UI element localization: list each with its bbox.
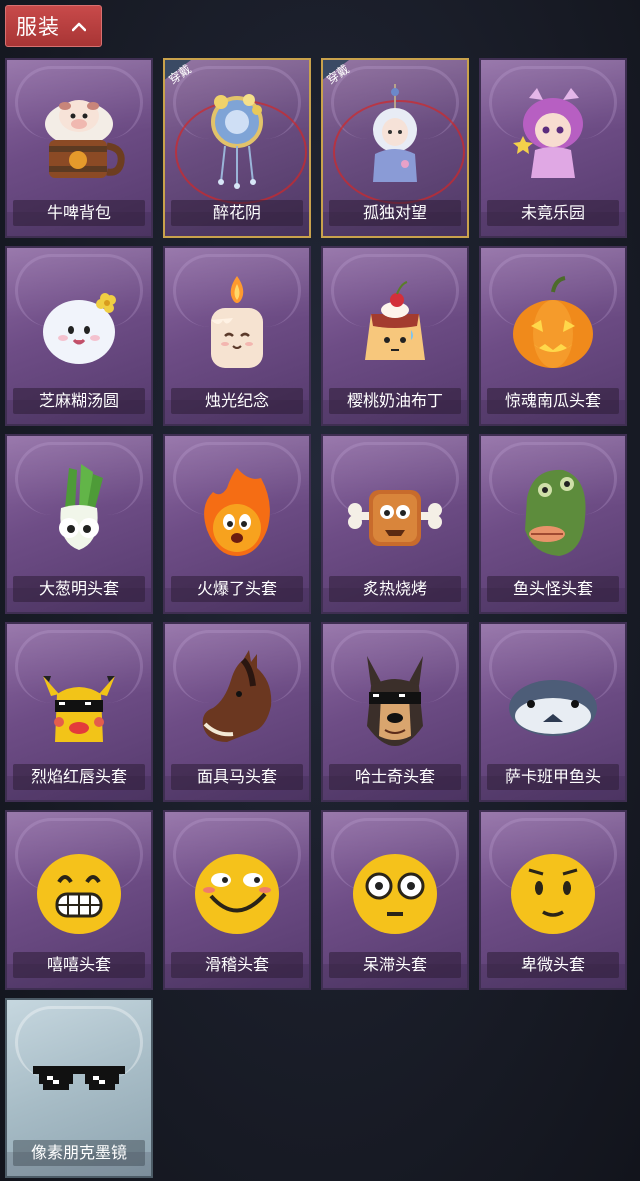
outfit-card-label: 惊魂南瓜头套 xyxy=(487,388,619,414)
pixel-sunglasses-icon xyxy=(29,1022,129,1132)
outfit-card-label: 大葱明头套 xyxy=(13,576,145,602)
outfit-card[interactable]: 穿戴 醉花阴 xyxy=(163,58,311,238)
doll-pendant-icon xyxy=(345,82,445,192)
outfit-card[interactable]: 烛光纪念 xyxy=(163,246,311,426)
scallion-head-icon xyxy=(29,458,129,568)
pumpkin-head-icon xyxy=(503,270,603,380)
outfit-card-label: 火爆了头套 xyxy=(171,576,303,602)
outfit-card[interactable]: 像素朋克墨镜 xyxy=(5,998,153,1178)
outfit-card-label: 炙热烧烤 xyxy=(329,576,461,602)
sacabambaspis-head-icon xyxy=(503,646,603,756)
outfit-card[interactable]: 炙热烧烤 xyxy=(321,434,469,614)
outfit-card[interactable]: 呆滞头套 xyxy=(321,810,469,990)
outfit-card-label: 卑微头套 xyxy=(487,952,619,978)
outfit-card-label: 哈士奇头套 xyxy=(329,764,461,790)
outfit-card[interactable]: 卑微头套 xyxy=(479,810,627,990)
bbq-meat-icon xyxy=(345,458,445,568)
outfit-card[interactable]: 烈焰红唇头套 xyxy=(5,622,153,802)
candle-icon xyxy=(187,270,287,380)
outfit-card[interactable]: 萨卡班甲鱼头 xyxy=(479,622,627,802)
outfit-panel: 服装 牛啤背包 穿戴 醉花阴 穿戴 孤独对望 未竟乐园 芝麻糊汤圆 烛光纪念 樱… xyxy=(0,0,640,1181)
fireball-head-icon xyxy=(187,458,287,568)
outfit-card-label: 烛光纪念 xyxy=(171,388,303,414)
outfit-card-label: 萨卡班甲鱼头 xyxy=(487,764,619,790)
pikachu-mask-sunglasses-icon xyxy=(29,646,129,756)
outfit-card-label: 鱼头怪头套 xyxy=(487,576,619,602)
outfit-category-toggle[interactable]: 服装 xyxy=(5,5,102,47)
beer-mug-backpack-icon xyxy=(29,82,129,192)
outfit-card-label: 樱桃奶油布丁 xyxy=(329,388,461,414)
outfit-card[interactable]: 滑稽头套 xyxy=(163,810,311,990)
grinning-emoji-head-icon xyxy=(29,834,129,944)
fish-head-mask-icon xyxy=(503,458,603,568)
pudding-icon xyxy=(345,270,445,380)
outfit-category-label: 服装 xyxy=(16,15,60,39)
flower-dreamcatcher-icon xyxy=(187,82,287,192)
outfit-card[interactable]: 穿戴 孤独对望 xyxy=(321,58,469,238)
outfit-card-label: 滑稽头套 xyxy=(171,952,303,978)
outfit-card-label: 芝麻糊汤圆 xyxy=(13,388,145,414)
outfit-card[interactable]: 樱桃奶油布丁 xyxy=(321,246,469,426)
outfit-card[interactable]: 惊魂南瓜头套 xyxy=(479,246,627,426)
outfit-card[interactable]: 大葱明头套 xyxy=(5,434,153,614)
outfit-card[interactable]: 火爆了头套 xyxy=(163,434,311,614)
outfit-card-label: 呆滞头套 xyxy=(329,952,461,978)
rice-ball-icon xyxy=(29,270,129,380)
husky-head-sunglasses-icon xyxy=(345,646,445,756)
outfit-card-label: 烈焰红唇头套 xyxy=(13,764,145,790)
outfit-card-label: 醉花阴 xyxy=(171,200,303,226)
outfit-card-label: 嘻嘻头套 xyxy=(13,952,145,978)
outfit-card[interactable]: 嘻嘻头套 xyxy=(5,810,153,990)
outfit-card-label: 牛啤背包 xyxy=(13,200,145,226)
dazed-emoji-head-icon xyxy=(345,834,445,944)
girl-doll-icon xyxy=(503,82,603,192)
outfit-card[interactable]: 未竟乐园 xyxy=(479,58,627,238)
outfit-card[interactable]: 面具马头套 xyxy=(163,622,311,802)
chevron-up-icon xyxy=(71,17,87,36)
horse-head-mask-icon xyxy=(187,646,287,756)
equipped-badge: 穿戴 xyxy=(165,60,219,94)
outfit-card[interactable]: 牛啤背包 xyxy=(5,58,153,238)
outfit-card[interactable]: 芝麻糊汤圆 xyxy=(5,246,153,426)
humble-emoji-head-icon xyxy=(503,834,603,944)
outfit-card-label: 未竟乐园 xyxy=(487,200,619,226)
outfit-card-label: 像素朋克墨镜 xyxy=(13,1140,145,1166)
funny-emoji-head-icon xyxy=(187,834,287,944)
equipped-badge: 穿戴 xyxy=(323,60,377,94)
outfit-card-label: 孤独对望 xyxy=(329,200,461,226)
outfit-card-label: 面具马头套 xyxy=(171,764,303,790)
outfit-card[interactable]: 鱼头怪头套 xyxy=(479,434,627,614)
outfit-card[interactable]: 哈士奇头套 xyxy=(321,622,469,802)
